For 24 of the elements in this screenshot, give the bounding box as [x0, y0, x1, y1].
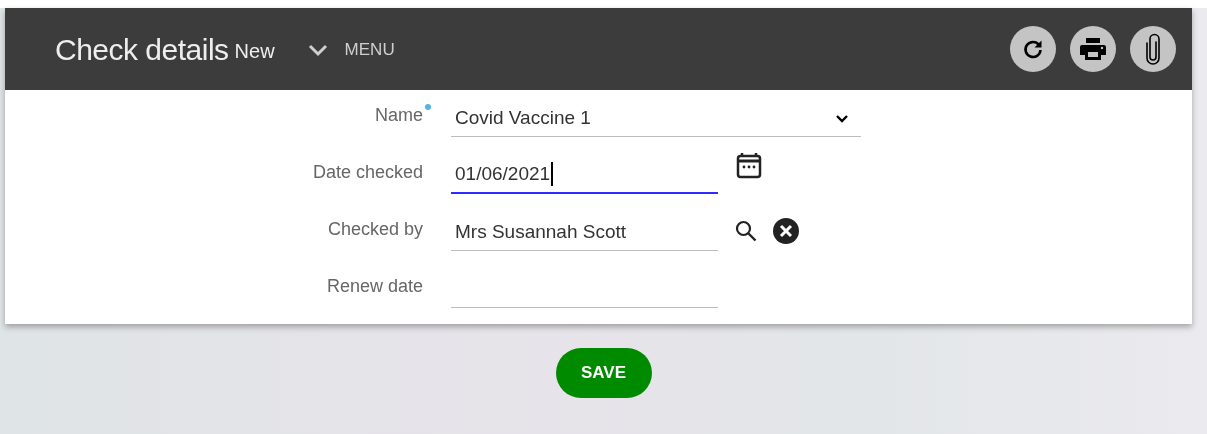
field-label: Date checked	[312, 161, 423, 184]
calendar-button[interactable]	[736, 152, 762, 180]
save-button[interactable]: SAVE	[555, 348, 652, 398]
refresh-button[interactable]	[1010, 26, 1056, 72]
search-button[interactable]	[734, 219, 758, 243]
field-label: Checked by	[327, 218, 423, 241]
input-field[interactable]: 01/06/2021	[451, 154, 718, 194]
clear-icon	[772, 217, 800, 245]
calendar-icon	[736, 152, 762, 180]
field-label: Name	[375, 104, 423, 127]
clear-button[interactable]	[772, 217, 800, 245]
paperclip-icon	[1145, 33, 1161, 65]
print-icon	[1079, 36, 1107, 62]
page-title: Check details	[55, 31, 229, 68]
attach-button[interactable]	[1130, 26, 1176, 72]
chevron-down-icon	[835, 114, 849, 124]
print-button[interactable]	[1070, 26, 1116, 72]
select-field[interactable]: Covid Vaccine 1	[451, 97, 861, 137]
status-label: New	[234, 39, 275, 64]
search-icon	[734, 219, 758, 243]
input-field[interactable]: Mrs Susannah Scott	[451, 211, 718, 251]
field-label: Renew date	[326, 275, 423, 298]
chevron-down-icon	[306, 43, 329, 57]
menu-button[interactable]: MENU	[306, 37, 395, 63]
